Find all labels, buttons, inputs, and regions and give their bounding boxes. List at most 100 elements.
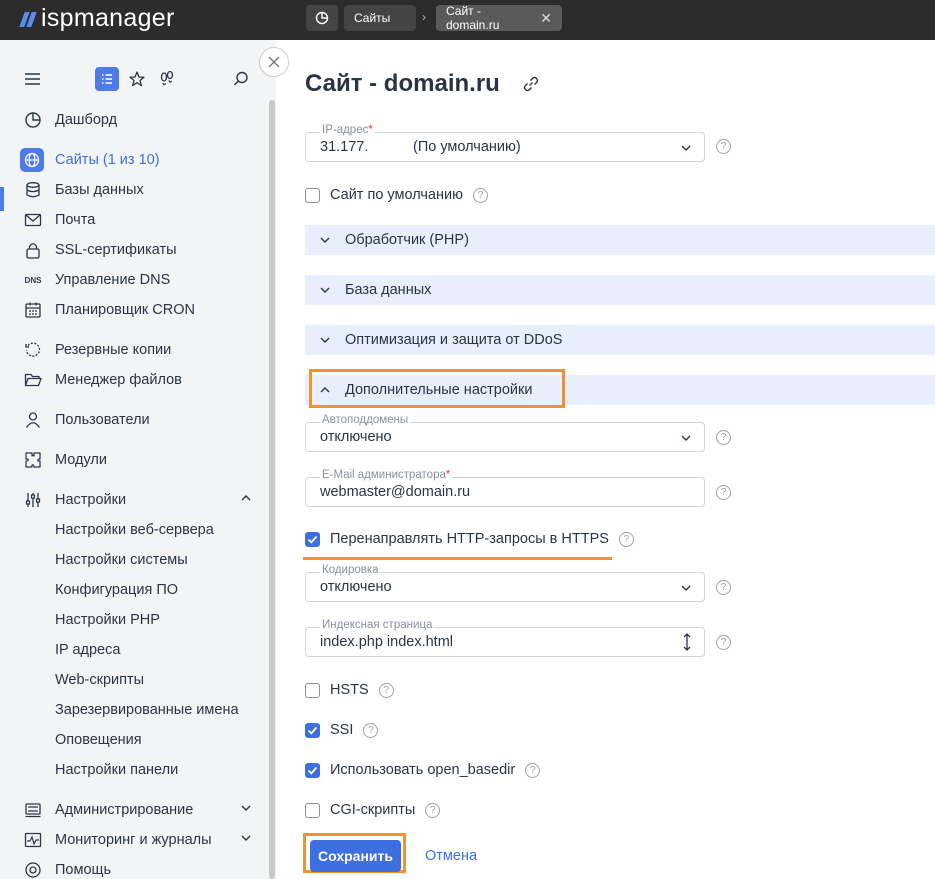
close-tab-icon[interactable]: ✕: [540, 10, 552, 27]
dashboard-crumb-button[interactable]: [306, 5, 338, 31]
sidebar-subitem-reserved-names[interactable]: Зарезервированные имена: [55, 702, 239, 718]
breadcrumb-current-site[interactable]: Сайт - domain.ru ✕: [436, 4, 562, 32]
sidebar-item-ssl[interactable]: SSL-сертификаты: [0, 238, 268, 262]
encoding-select[interactable]: Кодировка отключено: [305, 564, 705, 602]
sidebar-item-label: Почта: [55, 212, 96, 228]
sidebar-item-cron[interactable]: Планировщик CRON: [0, 298, 268, 322]
sidebar-subitem-panel-settings[interactable]: Настройки панели: [55, 762, 178, 778]
sidebar-item-dns[interactable]: DNS Управление DNS: [0, 268, 268, 292]
help-icon[interactable]: ?: [425, 802, 441, 818]
sidebar-item-label: Помощь: [55, 862, 112, 878]
sidebar-item-users[interactable]: Пользователи: [0, 408, 268, 432]
section-label: Обработчик (PHP): [345, 232, 469, 248]
menu-icon[interactable]: [24, 67, 41, 91]
section-ddos[interactable]: Оптимизация и защита от DDoS: [305, 325, 935, 355]
redirect-https-checkbox[interactable]: [305, 531, 320, 547]
ispmanager-logo[interactable]: ispmanager: [19, 4, 175, 33]
hsts-checkbox-row[interactable]: HSTS ?: [305, 681, 394, 699]
help-icon[interactable]: ?: [716, 485, 731, 500]
sidebar-item-label: Дашборд: [55, 112, 118, 128]
close-sidebar-button[interactable]: [259, 47, 289, 77]
sidebar-subitem-software-config[interactable]: Конфигурация ПО: [55, 582, 178, 598]
ssi-checkbox-row[interactable]: SSI ?: [305, 721, 379, 739]
sidebar-item-backups[interactable]: Резервные копии: [0, 338, 268, 362]
help-lifebuoy-icon: [23, 861, 43, 879]
chevron-up-icon[interactable]: [240, 492, 252, 508]
help-icon[interactable]: ?: [716, 580, 731, 595]
admin-email-label: E-Mail администратора: [322, 469, 446, 481]
sidebar: Дашборд Сайты (1 из 10) Базы данных Почт…: [0, 40, 276, 879]
save-button[interactable]: Сохранить: [310, 840, 401, 872]
search-icon[interactable]: [232, 67, 250, 91]
open-basedir-label: Использовать open_basedir: [330, 762, 516, 778]
section-label: Оптимизация и защита от DDoS: [345, 332, 563, 348]
autosubdomains-select[interactable]: Автоподдомены отключено: [305, 414, 705, 452]
section-label: База данных: [345, 282, 432, 298]
help-icon[interactable]: ?: [472, 187, 488, 203]
cancel-link[interactable]: Отмена: [425, 848, 477, 864]
sidebar-item-sites[interactable]: Сайты (1 из 10): [0, 148, 268, 172]
reorder-arrows-icon[interactable]: [682, 633, 692, 656]
sidebar-item-label: Планировщик CRON: [55, 302, 195, 318]
index-page-field[interactable]: Индексная страница index.php index.html: [305, 619, 705, 657]
chevron-down-icon: [680, 431, 692, 449]
hsts-checkbox[interactable]: [305, 682, 320, 698]
cgi-checkbox[interactable]: [305, 802, 320, 818]
breadcrumb-current-label: Сайт - domain.ru: [446, 4, 500, 32]
help-icon[interactable]: ?: [716, 430, 731, 445]
checkmark-icon: [307, 535, 318, 544]
sidebar-subitem-notifications[interactable]: Оповещения: [55, 732, 142, 748]
sidebar-item-help[interactable]: Помощь: [0, 858, 268, 879]
sidebar-item-administration[interactable]: Администрирование: [0, 798, 268, 822]
section-database[interactable]: База данных: [305, 275, 935, 305]
sidebar-item-label: Сайты (1 из 10): [55, 152, 160, 168]
external-link-icon[interactable]: [522, 75, 540, 98]
list-view-icon[interactable]: [95, 67, 119, 91]
open-basedir-checkbox[interactable]: [305, 762, 320, 778]
sidebar-item-settings[interactable]: Настройки: [0, 488, 268, 512]
sidebar-subitem-web-scripts[interactable]: Web-скрипты: [55, 672, 144, 688]
help-icon[interactable]: ?: [716, 139, 731, 154]
sidebar-item-file-manager[interactable]: Менеджер файлов: [0, 368, 268, 392]
section-php-handler[interactable]: Обработчик (PHP): [305, 225, 935, 255]
sidebar-item-monitoring[interactable]: Мониторинг и журналы: [0, 828, 268, 852]
admin-email-field[interactable]: E-Mail администратора* webmaster@domain.…: [305, 469, 705, 507]
default-site-checkbox[interactable]: [305, 187, 320, 203]
breadcrumb-sites[interactable]: Сайты: [344, 5, 416, 31]
sidebar-item-mail[interactable]: Почта: [0, 208, 268, 232]
ip-address-label: IP-адрес: [322, 124, 369, 136]
help-icon[interactable]: ?: [716, 635, 731, 650]
sidebar-subitem-webserver-settings[interactable]: Настройки веб-сервера: [55, 522, 214, 538]
sidebar-item-modules[interactable]: Модули: [0, 448, 268, 472]
ssi-label: SSI: [330, 722, 354, 738]
sidebar-item-databases[interactable]: Базы данных: [0, 178, 268, 202]
sidebar-subitem-system-settings[interactable]: Настройки системы: [55, 552, 188, 568]
star-icon[interactable]: [128, 67, 146, 91]
globe-icon: [20, 148, 44, 172]
required-mark: *: [368, 124, 373, 136]
redirect-https-checkbox-row[interactable]: Перенаправлять HTTP-запросы в HTTPS ?: [305, 530, 634, 548]
sidebar-subitem-ip-addresses[interactable]: IP адреса: [55, 642, 120, 658]
open-basedir-checkbox-row[interactable]: Использовать open_basedir ?: [305, 761, 541, 779]
ssi-checkbox[interactable]: [305, 722, 320, 738]
sidebar-item-dashboard[interactable]: Дашборд: [0, 108, 268, 132]
default-site-checkbox-row[interactable]: Сайт по умолчанию ?: [305, 186, 488, 204]
footprints-icon[interactable]: [158, 67, 176, 91]
cgi-checkbox-row[interactable]: CGI-скрипты ?: [305, 801, 441, 819]
close-icon: [268, 56, 280, 68]
ip-address-select[interactable]: IP-адрес* 31.177. (По умолчанию): [305, 124, 705, 162]
help-icon[interactable]: ?: [618, 531, 634, 547]
sidebar-subitem-php-settings[interactable]: Настройки PHP: [55, 612, 160, 628]
help-icon[interactable]: ?: [363, 722, 379, 738]
logo-text: ispmanager: [41, 4, 175, 32]
help-icon[interactable]: ?: [525, 762, 541, 778]
chevron-down-icon[interactable]: [240, 832, 252, 848]
backup-icon: [23, 341, 43, 359]
help-icon[interactable]: ?: [378, 682, 394, 698]
calendar-icon: [23, 301, 43, 319]
chevron-down-icon[interactable]: [240, 802, 252, 818]
sidebar-scrollbar[interactable]: [269, 100, 275, 879]
encoding-label: Кодировка: [320, 564, 381, 576]
index-page-value: index.php index.html: [320, 634, 453, 650]
dashboard-icon: [23, 111, 43, 129]
